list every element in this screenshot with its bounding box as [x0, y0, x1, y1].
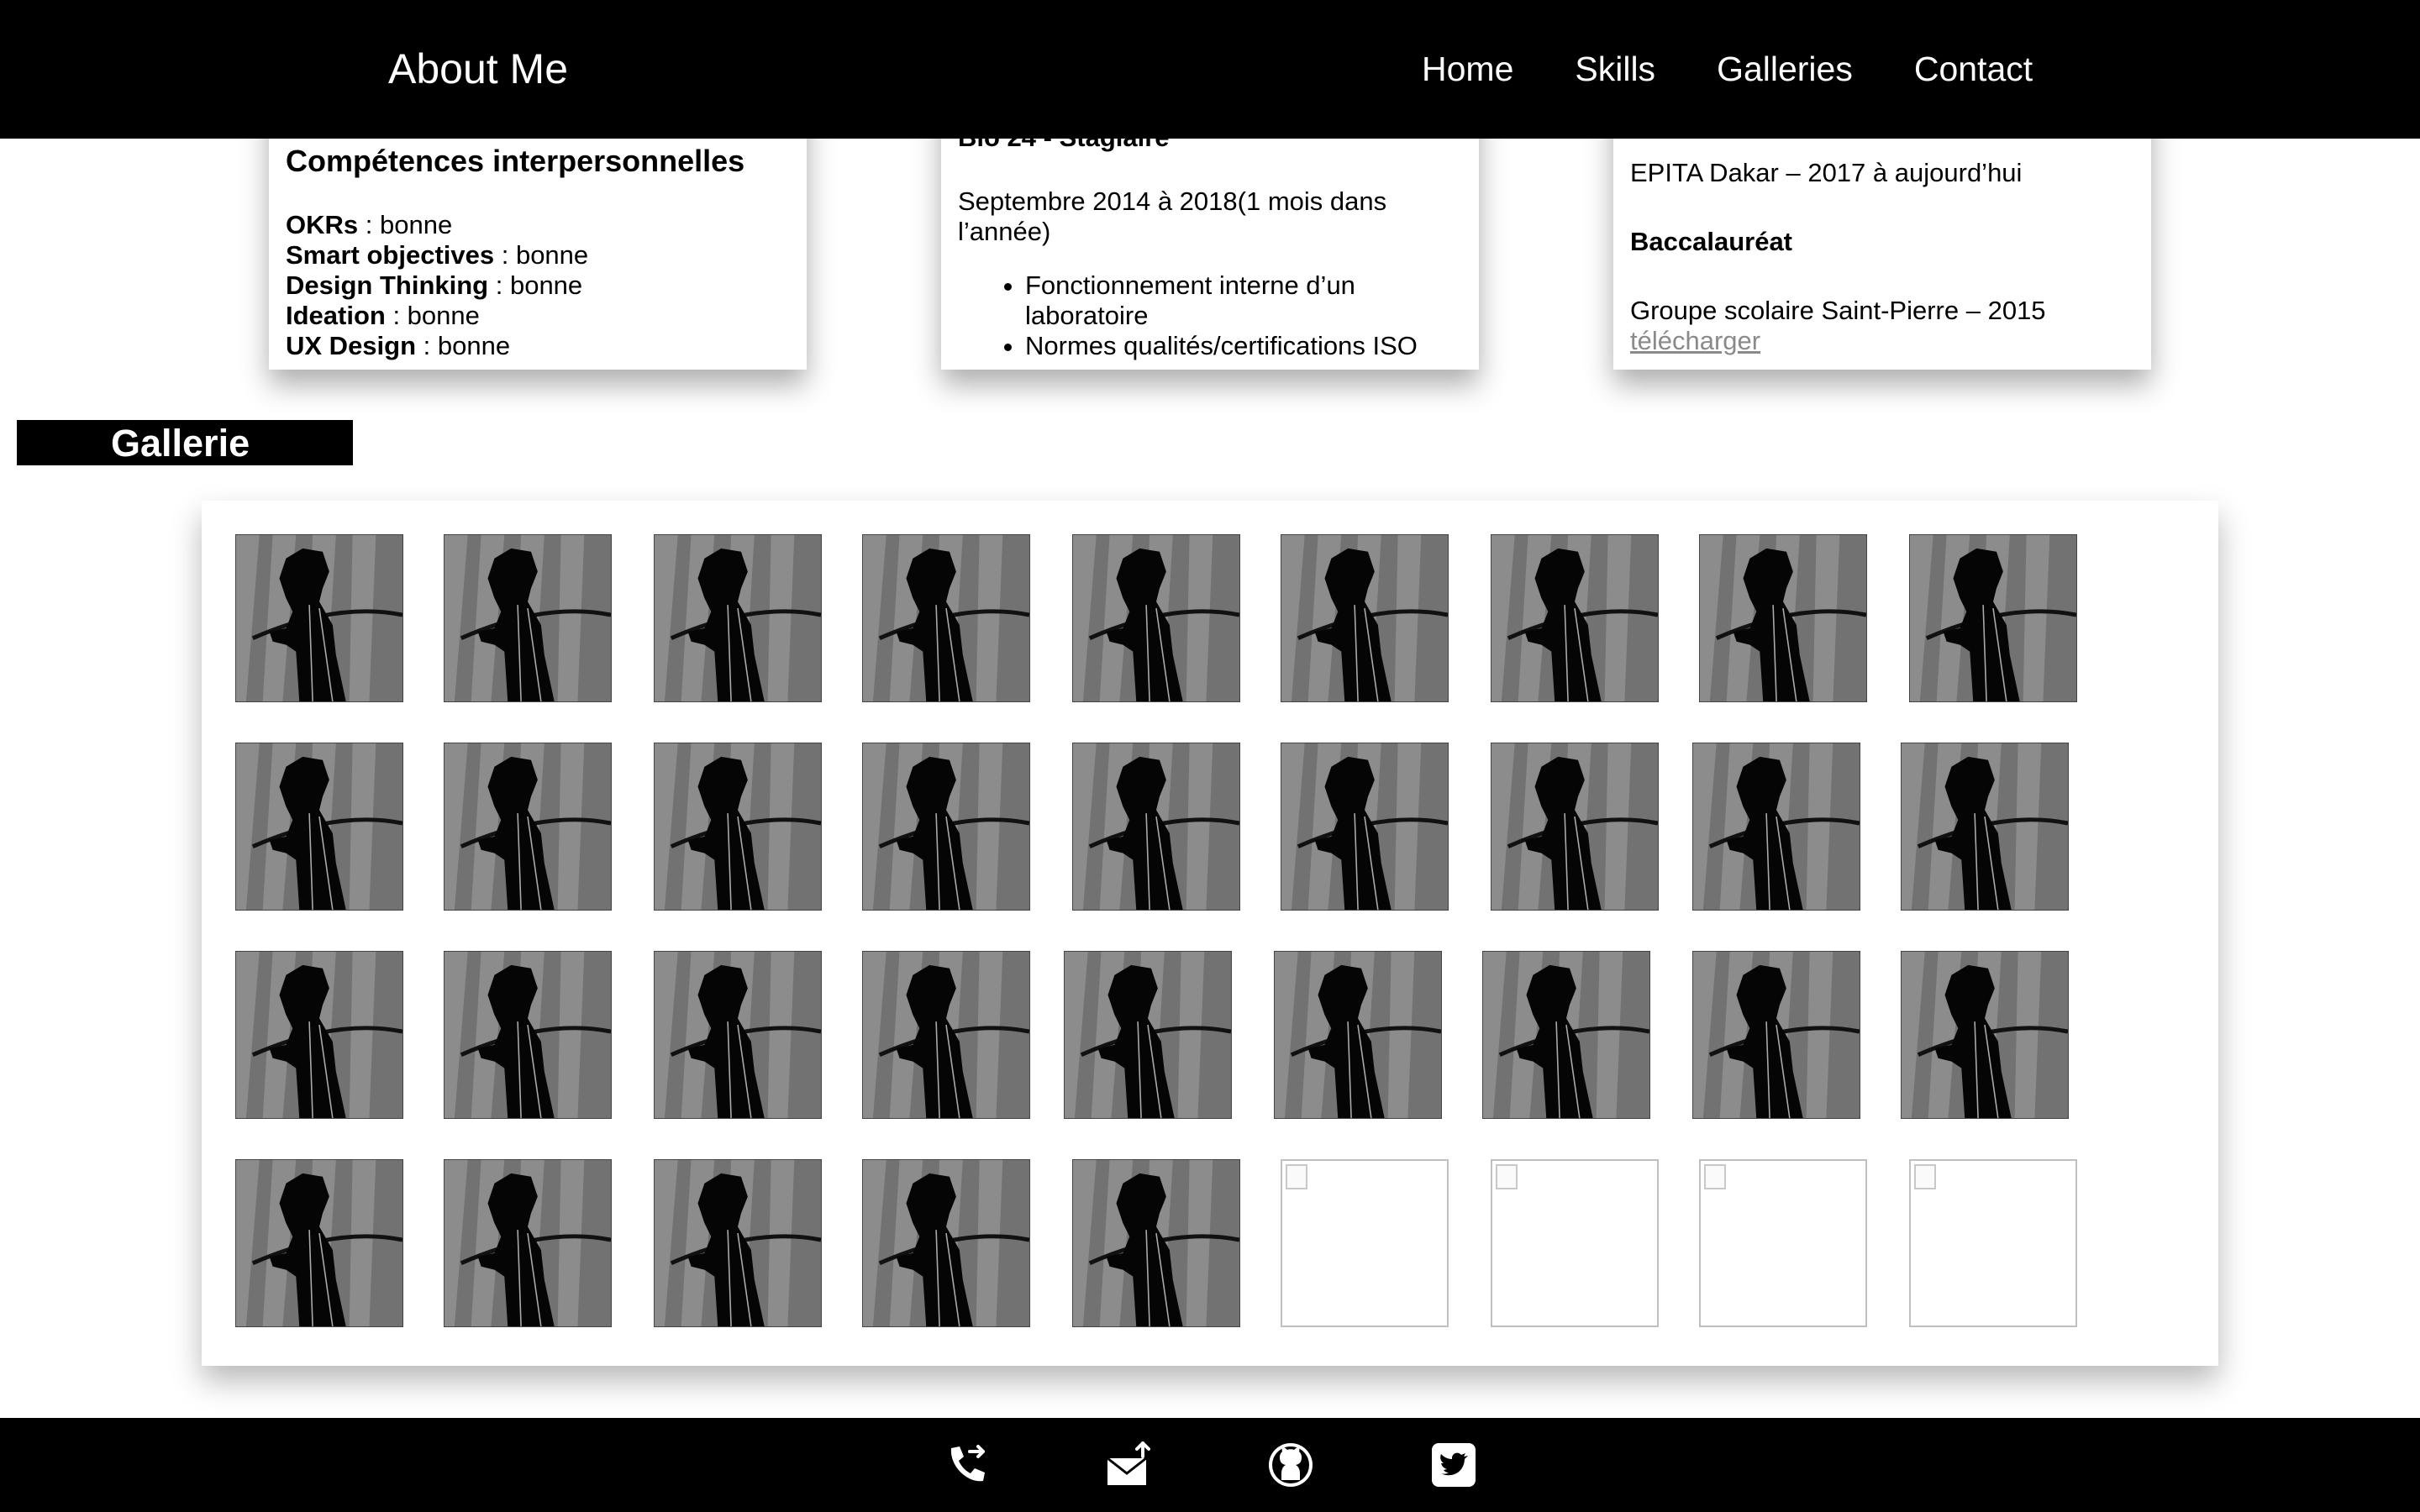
gallery-image[interactable]: [235, 951, 403, 1119]
skill-item: UX Design : bonne: [286, 331, 511, 360]
broken-image-icon: [1496, 1164, 1518, 1189]
gallery-image[interactable]: [862, 1159, 1030, 1327]
gallery-image[interactable]: [1281, 534, 1449, 702]
gallery-image[interactable]: [1901, 951, 2069, 1119]
education-school-2: Groupe scolaire Saint-Pierre – 2015: [1630, 296, 2046, 325]
nav-galleries-link[interactable]: Galleries: [1717, 42, 1853, 97]
gallery-image[interactable]: [1274, 951, 1442, 1119]
gallery-image[interactable]: [654, 1159, 822, 1327]
skill-item: Ideation : bonne: [286, 301, 480, 330]
nav-home-link[interactable]: Home: [1422, 42, 1513, 97]
education-school: EPITA Dakar – 2017 à aujourd’hui: [1630, 158, 2023, 187]
footer: [0, 1418, 2420, 1512]
gallery-image[interactable]: [235, 1159, 403, 1327]
gallery-image[interactable]: [654, 743, 822, 911]
gallery-image[interactable]: [654, 534, 822, 702]
gallery-image[interactable]: [444, 951, 612, 1119]
gallery-image[interactable]: [1692, 951, 1860, 1119]
nav-skills-link[interactable]: Skills: [1575, 42, 1655, 97]
gallery-image[interactable]: [1482, 951, 1650, 1119]
experience-period: Septembre 2014 à 2018(1 mois dans l’anné…: [958, 186, 1387, 246]
gallery-image[interactable]: [862, 743, 1030, 911]
bullet-item: Fonctionnement interne d’un laboratoire: [1025, 270, 1462, 331]
gallery-image[interactable]: [862, 951, 1030, 1119]
gallery-image-broken[interactable]: [1281, 1159, 1449, 1327]
top-navbar: About Me Home Skills Galleries Contact: [0, 0, 2420, 139]
gallery-image[interactable]: [1491, 743, 1659, 911]
gallery-image[interactable]: [862, 534, 1030, 702]
gallery-image[interactable]: [1692, 743, 1860, 911]
gallery-image[interactable]: [1072, 743, 1240, 911]
gallery-image[interactable]: [235, 534, 403, 702]
skill-item: OKRs : bonne: [286, 210, 453, 239]
gallery-image[interactable]: [1072, 1159, 1240, 1327]
gallery-image-broken[interactable]: [1699, 1159, 1867, 1327]
gallery-image[interactable]: [1281, 743, 1449, 911]
gallery-image[interactable]: [1491, 534, 1659, 702]
gallery-image[interactable]: [654, 951, 822, 1119]
gallery-title: Gallerie: [17, 420, 353, 465]
experience-bullets: Fonctionnement interne d’un laboratoire …: [958, 270, 1462, 361]
gallery-image[interactable]: [1072, 534, 1240, 702]
main-nav: Home Skills Galleries Contact: [1422, 42, 2033, 97]
bullet-item: Normes qualités/certifications ISO: [1025, 331, 1462, 361]
download-link[interactable]: télécharger: [1630, 326, 2134, 356]
gallery-image-broken[interactable]: [1909, 1159, 2077, 1327]
gallery-image[interactable]: [444, 1159, 612, 1327]
gallery-image[interactable]: [444, 534, 612, 702]
site-title[interactable]: About Me: [388, 42, 568, 97]
skill-item: Design Thinking : bonne: [286, 270, 583, 300]
nav-contact-link[interactable]: Contact: [1914, 42, 2033, 97]
gallery-image[interactable]: [1909, 534, 2077, 702]
skill-list: OKRs : bonne Smart objectives : bonne De…: [286, 210, 790, 361]
skill-item: Smart objectives : bonne: [286, 240, 589, 270]
phone-forward-icon[interactable]: [943, 1441, 990, 1488]
gallery-image[interactable]: [1901, 743, 2069, 911]
gallery-image[interactable]: [1699, 534, 1867, 702]
gallery-image[interactable]: [1064, 951, 1232, 1119]
gallery-image-broken[interactable]: [1491, 1159, 1659, 1327]
twitter-icon[interactable]: [1430, 1441, 1477, 1488]
gallery-image[interactable]: [235, 743, 403, 911]
broken-image-icon: [1286, 1164, 1307, 1189]
gallery-image[interactable]: [444, 743, 612, 911]
broken-image-icon: [1704, 1164, 1726, 1189]
mail-upload-icon[interactable]: [1106, 1441, 1153, 1488]
broken-image-icon: [1914, 1164, 1936, 1189]
gallery-panel: [202, 501, 2218, 1366]
card-heading: Compétences interpersonnelles: [286, 144, 745, 178]
education-diploma: Baccalauréat: [1630, 227, 1793, 256]
github-icon[interactable]: [1267, 1441, 1314, 1488]
